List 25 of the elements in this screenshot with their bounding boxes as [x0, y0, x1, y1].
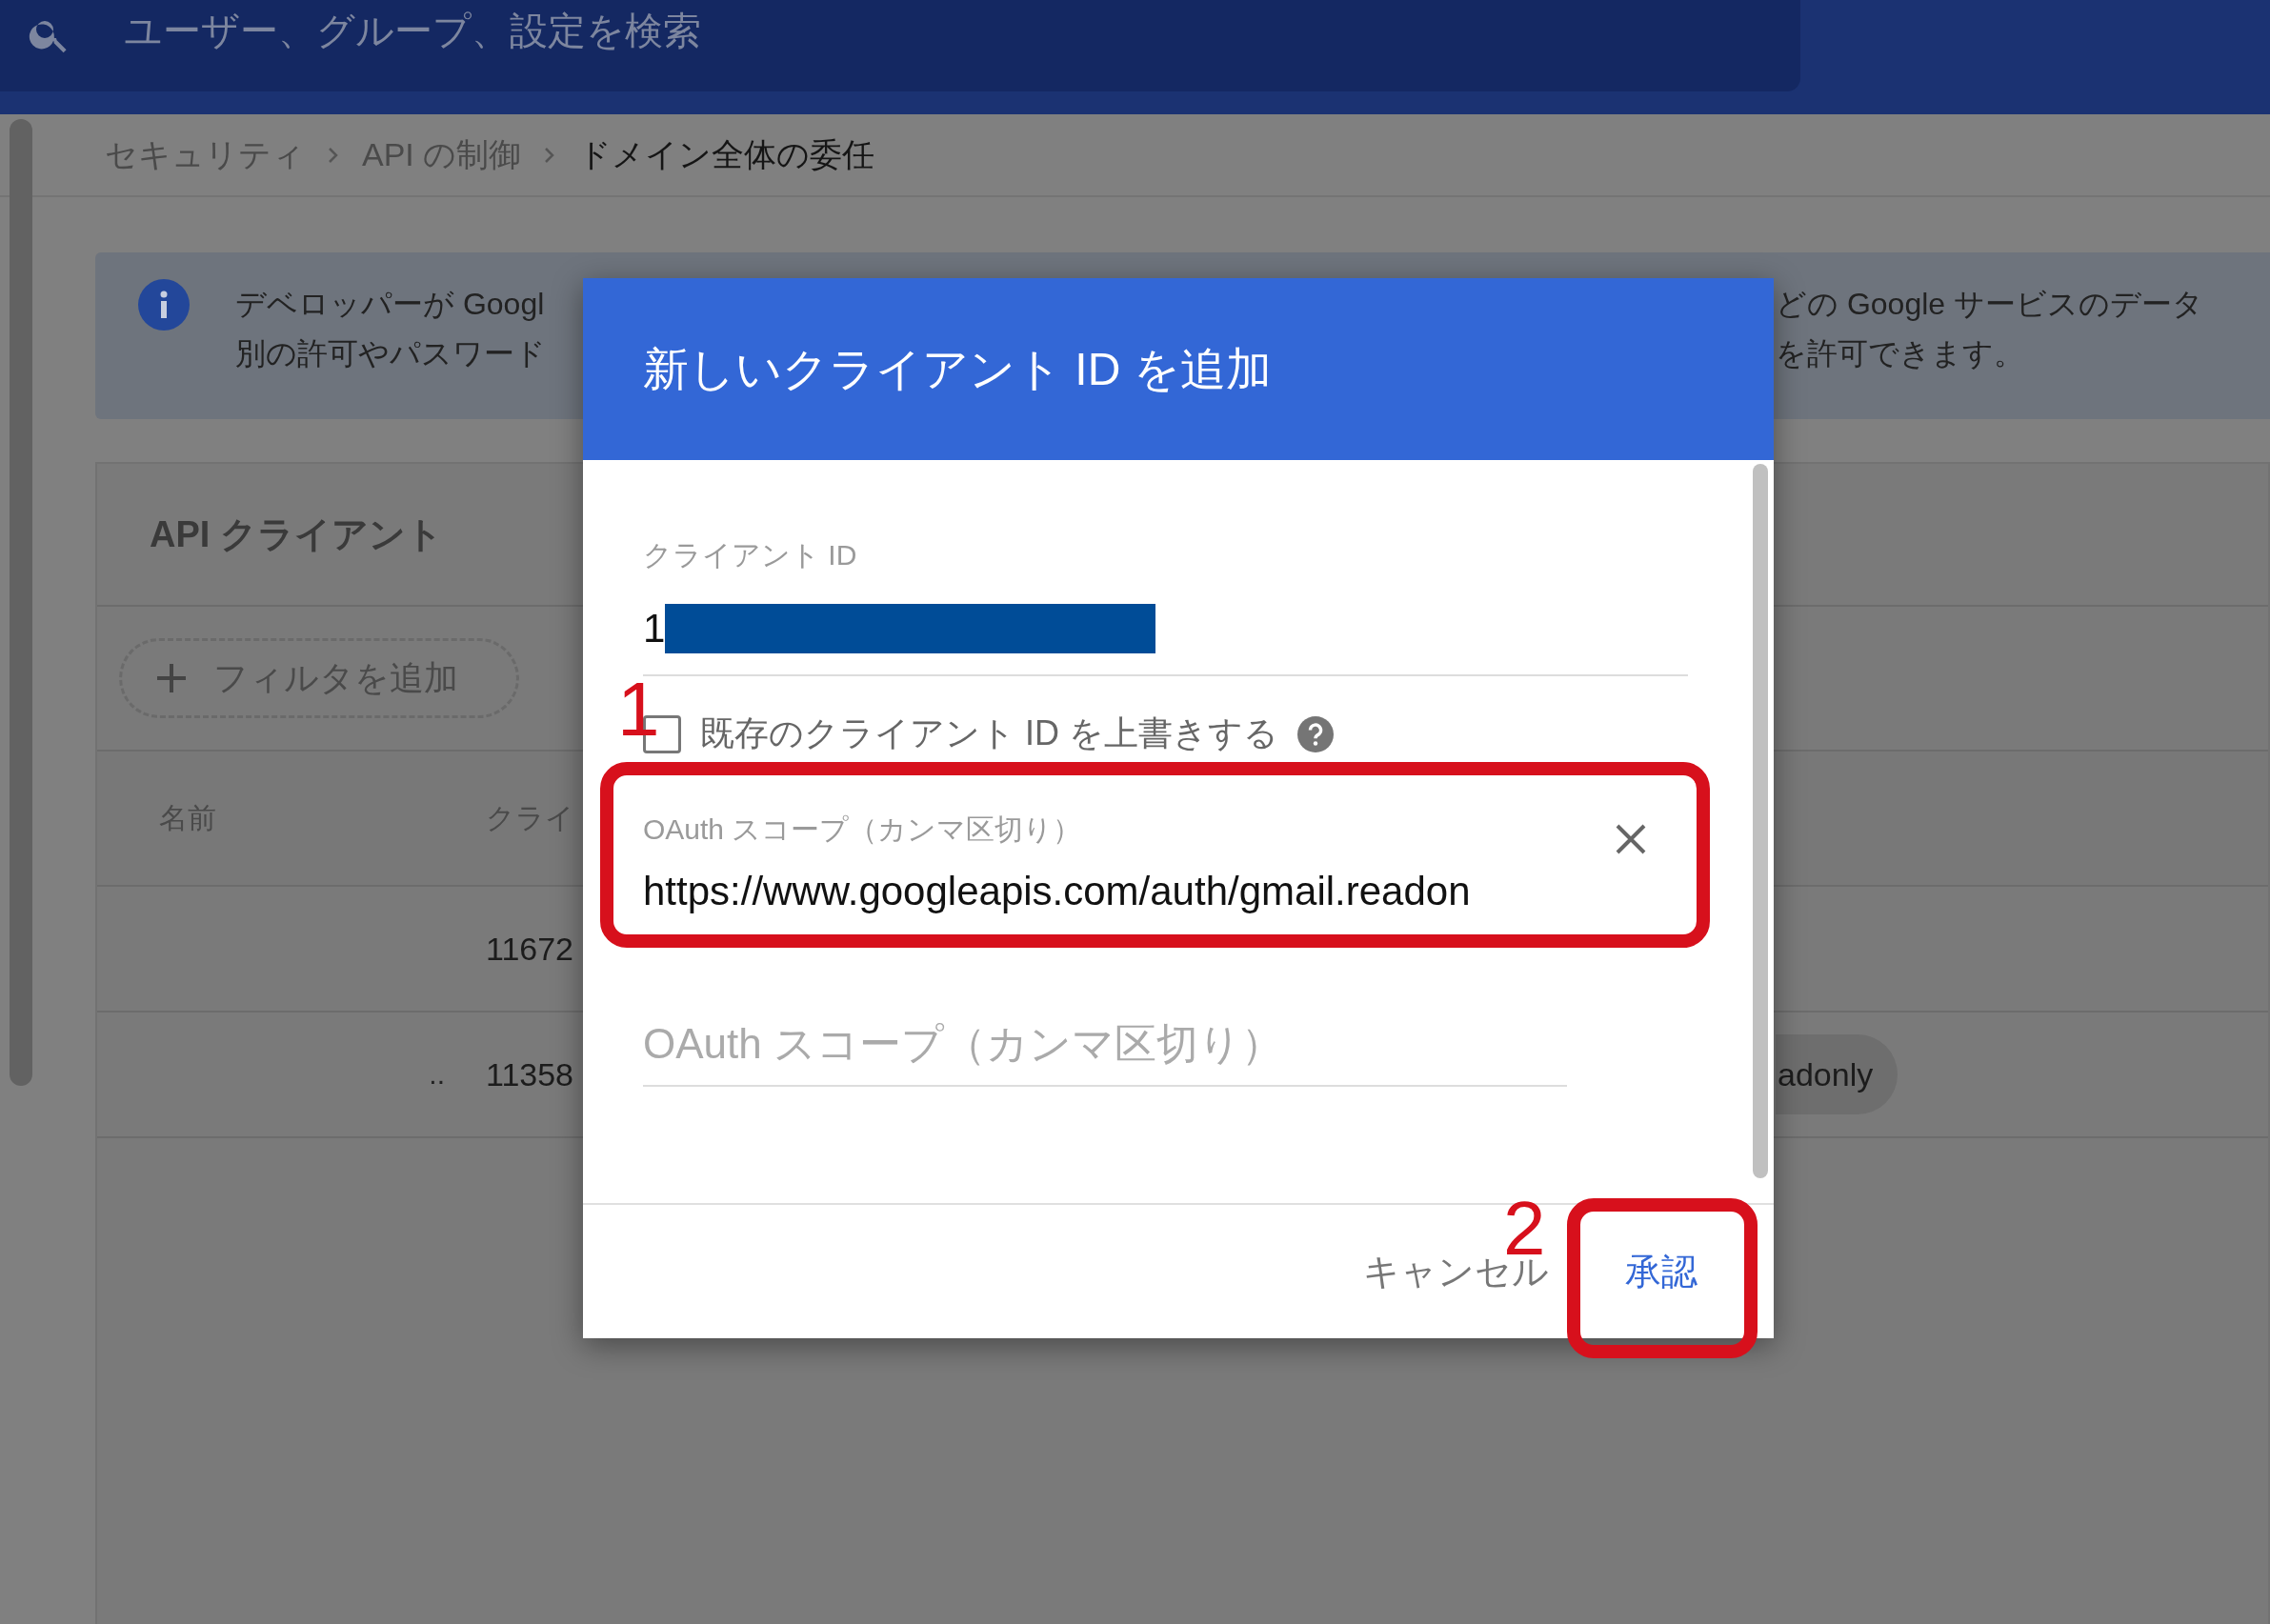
- plus-icon: [154, 661, 189, 695]
- dialog-title: 新しいクライアント ID を追加: [643, 342, 1272, 396]
- card-title: API クライアント: [150, 512, 443, 556]
- breadcrumb-item[interactable]: ドメイン全体の委任: [578, 132, 875, 177]
- search-box[interactable]: ユーザー、グループ、設定を検索: [0, 0, 1800, 91]
- client-id-field[interactable]: 1: [643, 604, 1688, 676]
- table-cell-text: 11672: [486, 930, 575, 968]
- field-label: クライアント ID: [643, 538, 857, 572]
- info-text: デベロッパーが Googl: [235, 286, 545, 323]
- info-text: どの Google サービスのデータ: [1776, 286, 2203, 323]
- scrollbar[interactable]: [10, 119, 32, 1086]
- table-cell: ..: [429, 1058, 445, 1090]
- search-field[interactable]: ユーザー、グループ、設定を検索: [124, 10, 1553, 52]
- table-cell-text: 11358: [486, 1055, 575, 1093]
- info-icon: [138, 279, 190, 331]
- scope-field[interactable]: OAuth スコープ（カンマ区切り）: [643, 1020, 1567, 1087]
- info-text: を許可できます。: [1776, 335, 2024, 372]
- scope-field[interactable]: OAuth スコープ（カンマ区切り） https://www.googleapis.com/auth/gmail.readon: [643, 811, 1688, 925]
- help-icon[interactable]: [1297, 715, 1334, 752]
- checkbox-label: 既存のクライアント ID を上書きする: [700, 712, 1278, 754]
- scrollbar[interactable]: [1753, 464, 1768, 1178]
- scope-chip: adonly: [1776, 1034, 1898, 1114]
- close-icon[interactable]: [1614, 822, 1648, 856]
- info-text: 別の許可やパスワード: [235, 335, 546, 372]
- approve-button[interactable]: 承認: [1606, 1233, 1717, 1310]
